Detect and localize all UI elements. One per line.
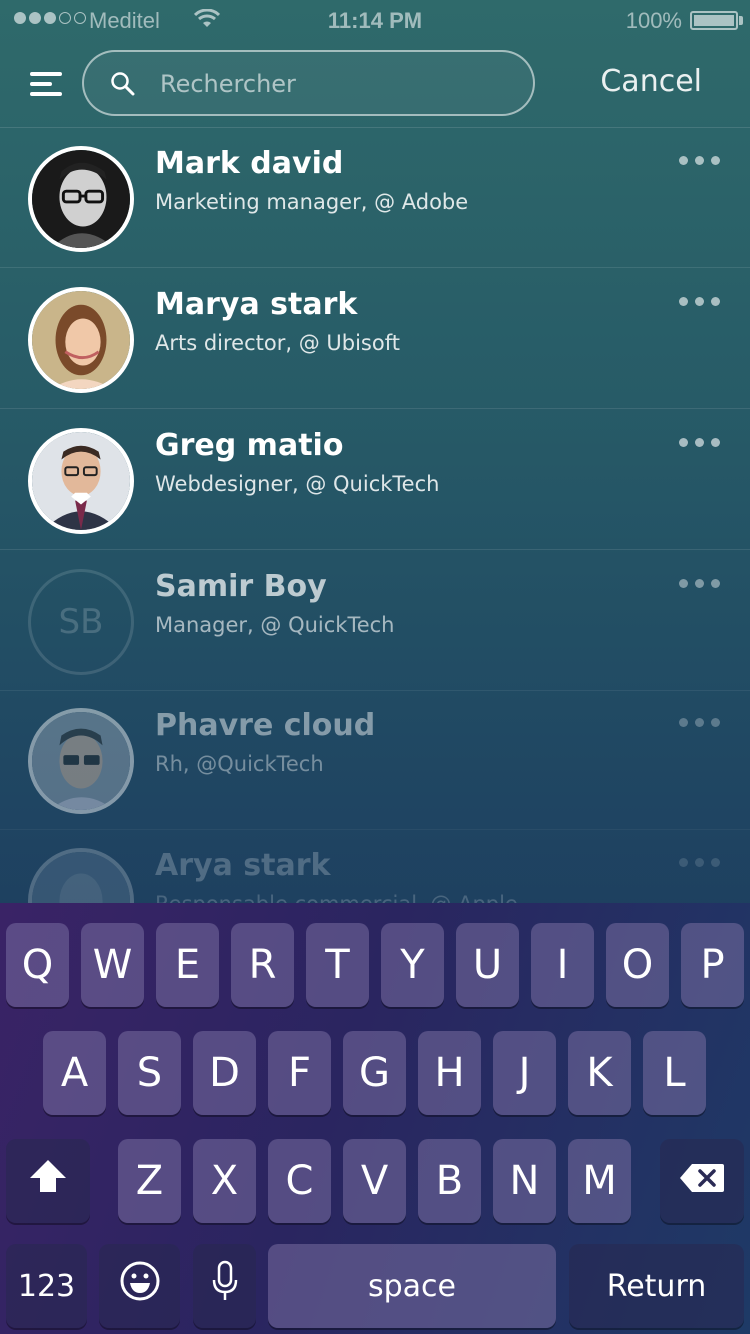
contact-row[interactable]: Mark david Marketing manager, @ Adobe [0,128,750,268]
key-n[interactable]: N [493,1139,556,1223]
key-q[interactable]: Q [6,923,69,1007]
key-v[interactable]: V [343,1139,406,1223]
battery-percentage: 100% [625,8,682,33]
microphone-key[interactable] [193,1244,256,1328]
more-options-icon[interactable] [679,438,720,447]
more-options-icon[interactable] [679,297,720,306]
key-y[interactable]: Y [381,923,444,1007]
contact-title: Arts director, @ Ubisoft [155,331,400,355]
contact-name: Marya stark [155,287,358,322]
keyboard: Q W E R T Y U I O P A S D F G H J K L Z … [0,903,750,1334]
key-w[interactable]: W [81,923,144,1007]
key-k[interactable]: K [568,1031,631,1115]
avatar [28,428,134,534]
avatar [28,146,134,252]
more-options-icon[interactable] [679,579,720,588]
hamburger-menu-icon[interactable] [30,72,62,96]
contact-title: Webdesigner, @ QuickTech [155,472,440,496]
contact-row[interactable]: Marya stark Arts director, @ Ubisoft [0,269,750,409]
contact-row[interactable]: Greg matio Webdesigner, @ QuickTech [0,410,750,550]
search-icon [110,71,136,101]
more-options-icon[interactable] [679,858,720,867]
contact-row[interactable]: SB Samir Boy Manager, @ QuickTech [0,551,750,691]
key-p[interactable]: P [681,923,744,1007]
key-r[interactable]: R [231,923,294,1007]
key-f[interactable]: F [268,1031,331,1115]
contact-title: Responsable commercial, @ Apple [155,892,518,903]
contact-name: Phavre cloud [155,708,376,743]
key-j[interactable]: J [493,1031,556,1115]
contact-title: Manager, @ QuickTech [155,613,395,637]
key-m[interactable]: M [568,1139,631,1223]
cancel-button[interactable]: Cancel [600,64,702,99]
avatar [28,848,134,903]
status-bar: Meditel 11:14 PM 100% [0,0,750,40]
contact-title: Rh, @QuickTech [155,752,324,776]
shift-key[interactable] [6,1139,90,1223]
key-x[interactable]: X [193,1139,256,1223]
avatar-initials: SB [28,569,134,675]
contact-list: Mark david Marketing manager, @ Adobe Ma… [0,128,750,903]
shift-icon [28,1158,68,1204]
key-h[interactable]: H [418,1031,481,1115]
key-s[interactable]: S [118,1031,181,1115]
contact-name: Greg matio [155,428,344,463]
key-z[interactable]: Z [118,1139,181,1223]
battery-cap [739,16,743,25]
numbers-key[interactable]: 123 [6,1244,87,1328]
emoji-key[interactable] [99,1244,180,1328]
key-c[interactable]: C [268,1139,331,1223]
avatar [28,287,134,393]
key-e[interactable]: E [156,923,219,1007]
search-box[interactable] [82,50,535,116]
emoji-icon [119,1260,161,1312]
contact-name: Mark david [155,146,344,181]
return-key[interactable]: Return [569,1244,744,1328]
microphone-icon [211,1260,239,1312]
contact-name: Arya stark [155,848,331,883]
key-g[interactable]: G [343,1031,406,1115]
key-d[interactable]: D [193,1031,256,1115]
more-options-icon[interactable] [679,156,720,165]
key-a[interactable]: A [43,1031,106,1115]
avatar [28,708,134,814]
key-l[interactable]: L [643,1031,706,1115]
key-u[interactable]: U [456,923,519,1007]
key-t[interactable]: T [306,923,369,1007]
backspace-icon [678,1158,726,1204]
key-o[interactable]: O [606,923,669,1007]
space-key[interactable]: space [268,1244,556,1328]
backspace-key[interactable] [660,1139,744,1223]
contact-row[interactable]: Phavre cloud Rh, @QuickTech [0,690,750,830]
contact-title: Marketing manager, @ Adobe [155,190,469,214]
key-i[interactable]: I [531,923,594,1007]
search-input[interactable] [160,66,500,102]
contact-name: Samir Boy [155,569,327,604]
contact-row[interactable]: Arya stark Responsable commercial, @ App… [0,830,750,903]
more-options-icon[interactable] [679,718,720,727]
battery-icon [690,11,738,30]
key-b[interactable]: B [418,1139,481,1223]
